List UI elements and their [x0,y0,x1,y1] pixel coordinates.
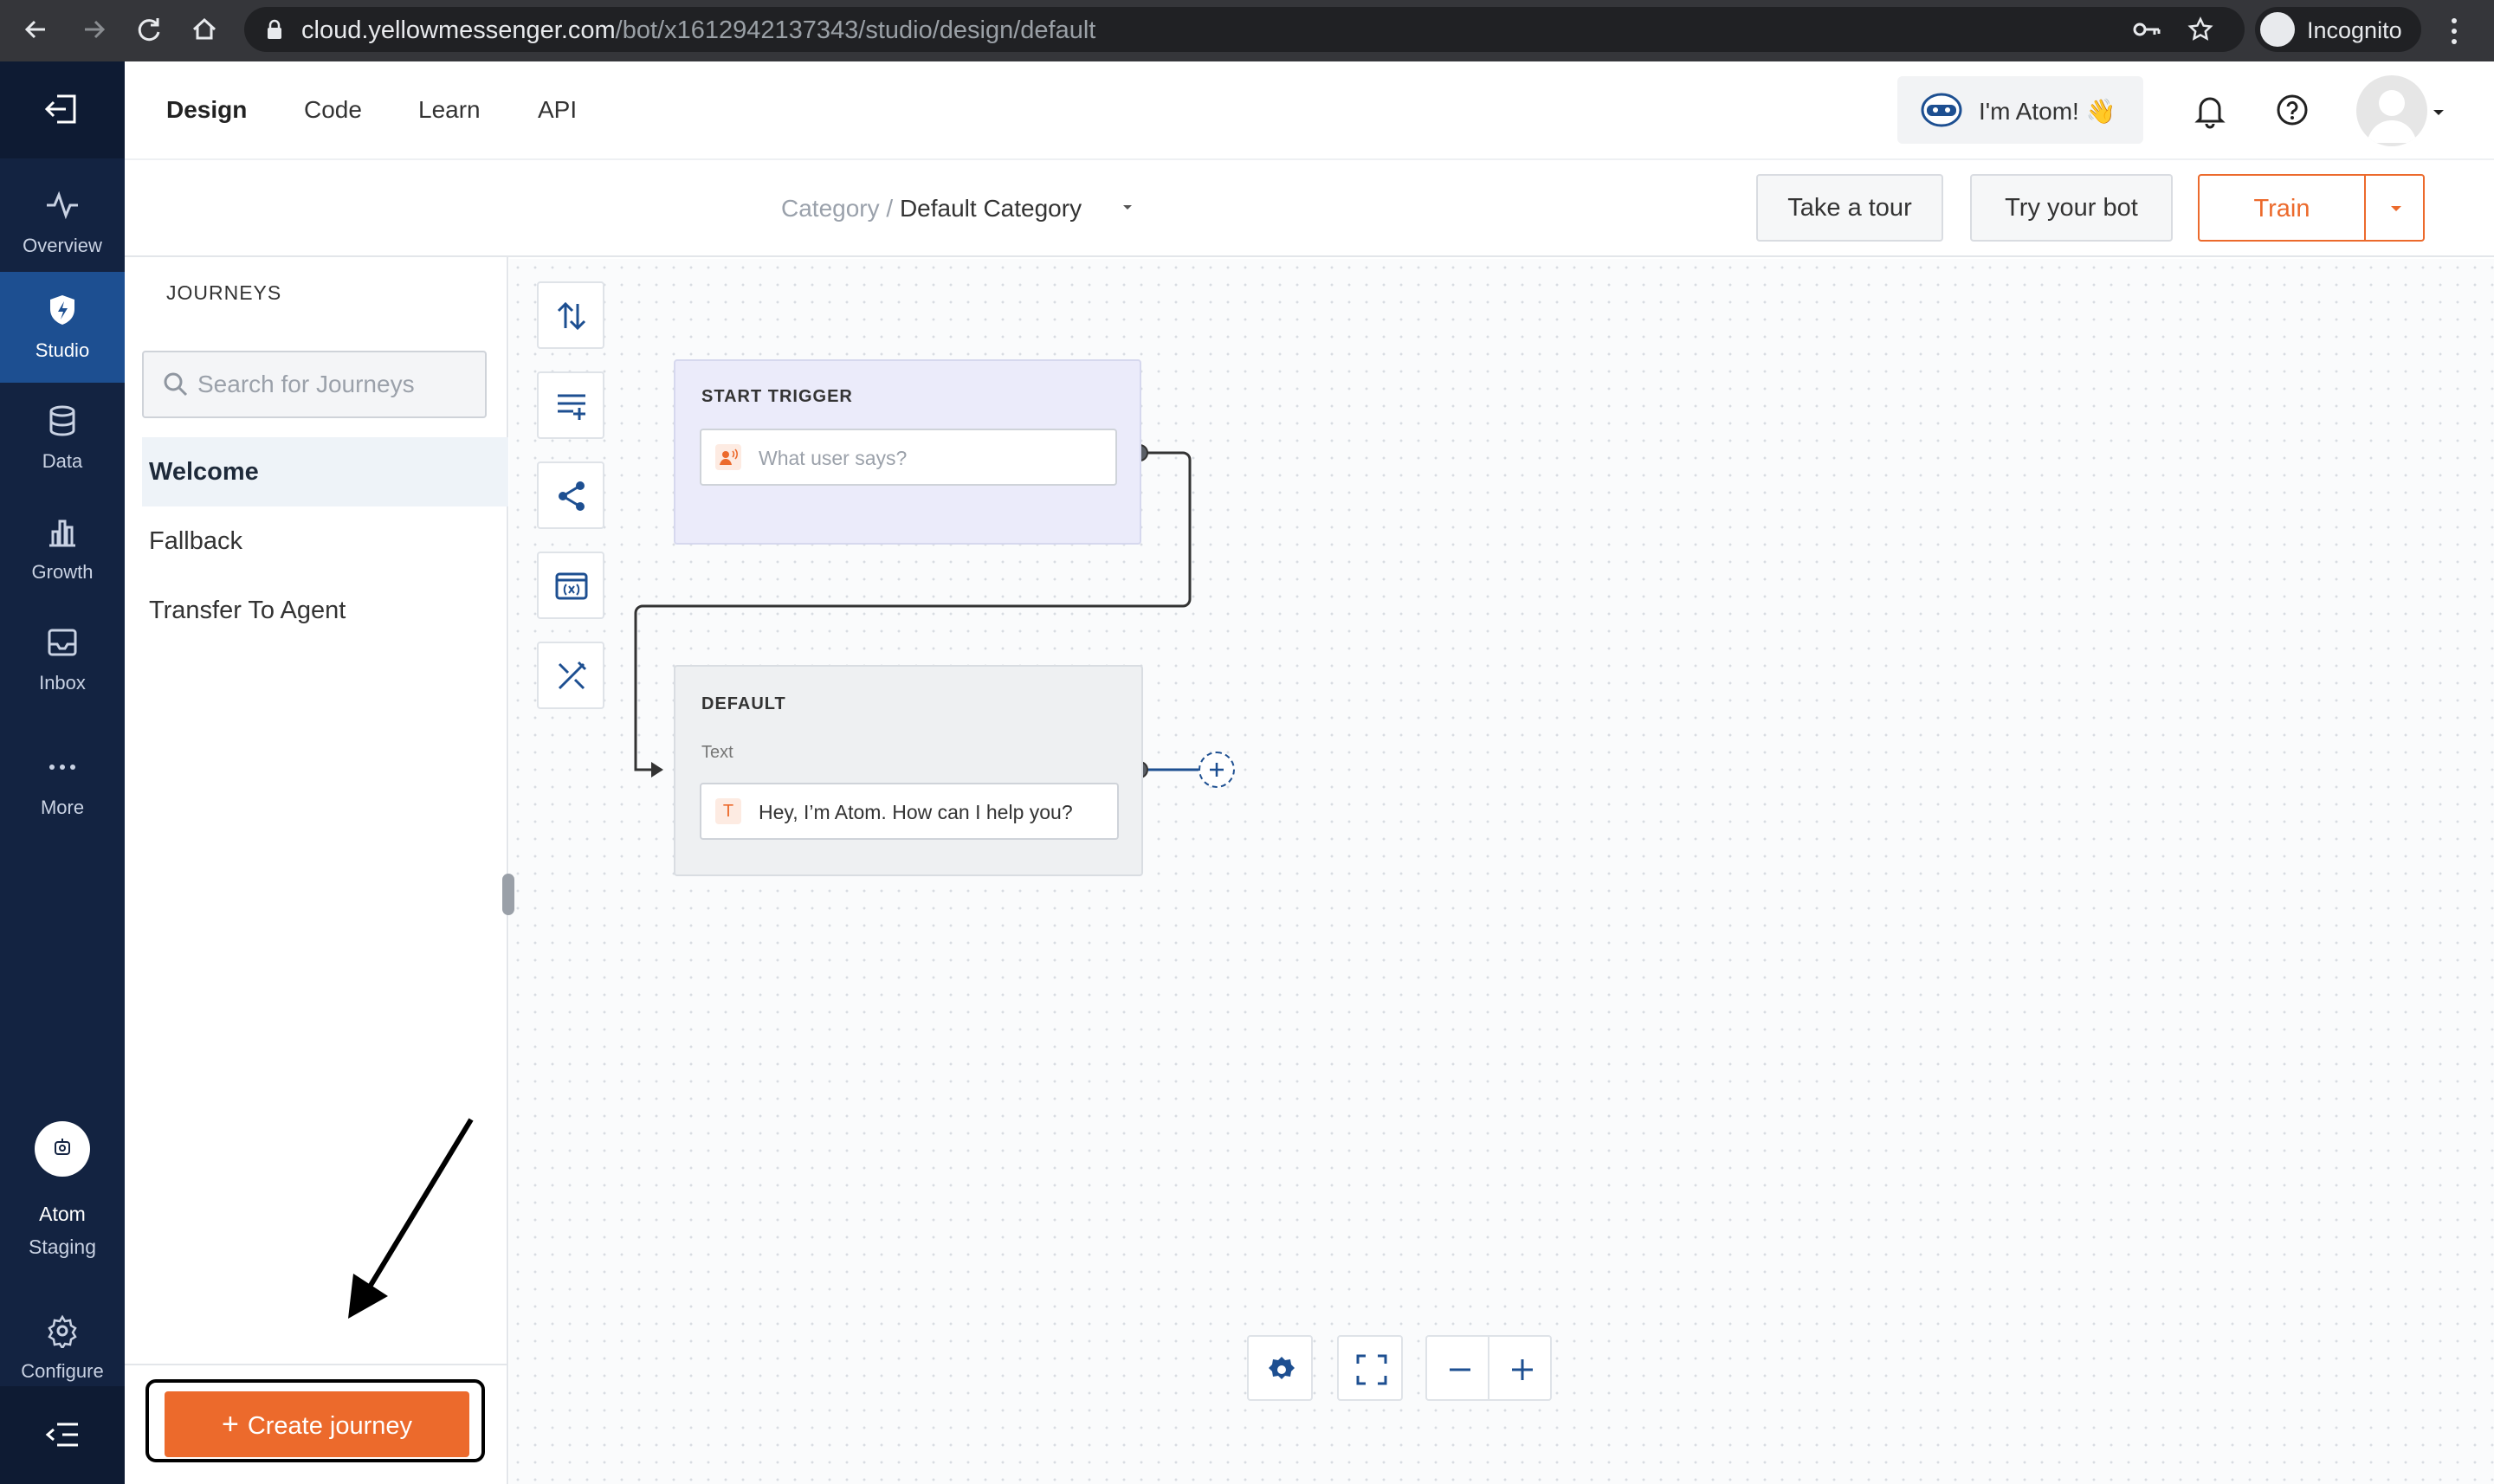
back-icon[interactable] [19,12,54,47]
take-tour-button[interactable]: Take a tour [1756,174,1943,242]
user-speaking-icon [715,444,741,470]
plus-icon: + [221,1408,239,1441]
bell-icon[interactable] [2191,91,2229,129]
activity-icon [47,190,78,220]
journey-item-transfer-to-agent[interactable]: Transfer To Agent [142,576,508,645]
sub-header: Category / Default Category Take a tour … [125,160,2494,257]
shield-bolt-icon [50,295,74,325]
start-trigger-node[interactable]: START TRIGGER What user says? [674,359,1141,545]
chevron-down-icon[interactable] [2432,108,2446,117]
flow-canvas[interactable]: START TRIGGER What user says? DEFAULT Te… [502,259,2494,1484]
fit-to-screen-button[interactable] [1337,1335,1403,1401]
atom-assistant-button[interactable]: I'm Atom! 👋 [1897,76,2143,144]
robot-icon [55,1139,70,1155]
nav-studio[interactable]: Studio [0,272,125,383]
forward-icon[interactable] [76,12,111,47]
exit-button[interactable] [0,61,125,158]
left-navigation: Overview Studio Data Growth Inbox More A… [0,61,125,1484]
bar-chart-icon [49,519,75,547]
incognito-badge[interactable]: Incognito [2255,7,2421,52]
help-icon[interactable] [2273,91,2311,129]
default-node[interactable]: DEFAULT Text T Hey, I’m Atom. How can I … [674,665,1143,876]
nav-inbox[interactable]: Inbox [0,604,125,715]
panel-resize-handle[interactable] [502,874,514,915]
journey-item-fallback[interactable]: Fallback [142,506,508,576]
text-type-icon: T [715,798,741,824]
lock-icon [268,19,281,39]
journey-item-welcome[interactable]: Welcome [142,437,508,506]
nav-growth[interactable]: Growth [0,494,125,604]
tab-design[interactable]: Design [166,96,247,124]
bot-name: Atom Staging [28,1203,96,1258]
incognito-icon [2260,12,2295,47]
zoom-in-button[interactable] [1488,1335,1552,1401]
more-dots-icon [49,765,75,770]
try-bot-button[interactable]: Try your bot [1970,174,2173,242]
train-options-chevron-icon[interactable] [2388,203,2404,214]
key-icon[interactable] [2132,19,2161,40]
user-avatar[interactable] [2356,75,2427,146]
inbox-icon [48,629,77,656]
gear-icon [1269,1357,1295,1379]
journeys-footer: + Create journey [125,1364,507,1484]
exit-icon [44,94,76,124]
plus-icon [1210,763,1224,777]
collapse-menu-icon [45,1423,78,1447]
user-silhouette-icon [2367,90,2417,143]
top-header: Design Code Learn API I'm Atom! 👋 [125,61,2494,160]
url-text: cloud.yellowmessenger.com/bot/x161294213… [301,16,1096,44]
create-journey-button[interactable]: + Create journey [165,1391,469,1457]
search-icon [164,372,188,397]
journey-search-input[interactable] [197,366,475,403]
bookmark-star-icon[interactable] [2187,16,2213,42]
journey-search[interactable] [142,351,487,418]
tab-api[interactable]: API [538,96,577,124]
fullscreen-icon [1356,1354,1387,1385]
journeys-panel: JOURNEYS Welcome Fallback Transfer To Ag… [125,257,508,1484]
bot-avatar[interactable] [35,1121,90,1177]
minus-icon [1450,1368,1470,1371]
plus-icon [1512,1359,1533,1380]
journeys-title: JOURNEYS [166,281,282,304]
train-button[interactable]: Train [2198,174,2425,242]
reload-icon[interactable] [132,12,166,47]
nav-more[interactable]: More [0,729,125,840]
nav-data[interactable]: Data [0,383,125,494]
create-journey-highlight: + Create journey [145,1379,485,1462]
home-icon[interactable] [187,12,222,47]
tab-code[interactable]: Code [304,96,362,124]
zoom-out-button[interactable] [1425,1335,1489,1401]
collapse-nav-button[interactable] [0,1386,125,1484]
add-next-node-button[interactable] [1199,752,1235,788]
default-node-title: DEFAULT [701,694,786,713]
user-says-field[interactable]: What user says? [700,429,1117,486]
database-icon [49,405,75,436]
category-dropdown-icon[interactable] [1121,203,1134,212]
node-type-label: Text [701,743,733,762]
canvas-settings-button[interactable] [1247,1335,1313,1401]
atom-bot-icon [1921,93,1962,127]
annotation-arrow [348,1118,474,1319]
tab-learn[interactable]: Learn [418,96,481,124]
browser-toolbar: cloud.yellowmessenger.com/bot/x161294213… [0,0,2494,61]
browser-menu-icon[interactable] [2447,16,2461,47]
category-selector[interactable]: Category / Default Category [781,195,1082,223]
text-message-field[interactable]: T Hey, I’m Atom. How can I help you? [700,783,1119,840]
address-bar[interactable]: cloud.yellowmessenger.com/bot/x161294213… [244,7,2245,52]
start-trigger-title: START TRIGGER [701,387,853,406]
gear-icon [48,1314,77,1348]
nav-overview[interactable]: Overview [0,167,125,278]
